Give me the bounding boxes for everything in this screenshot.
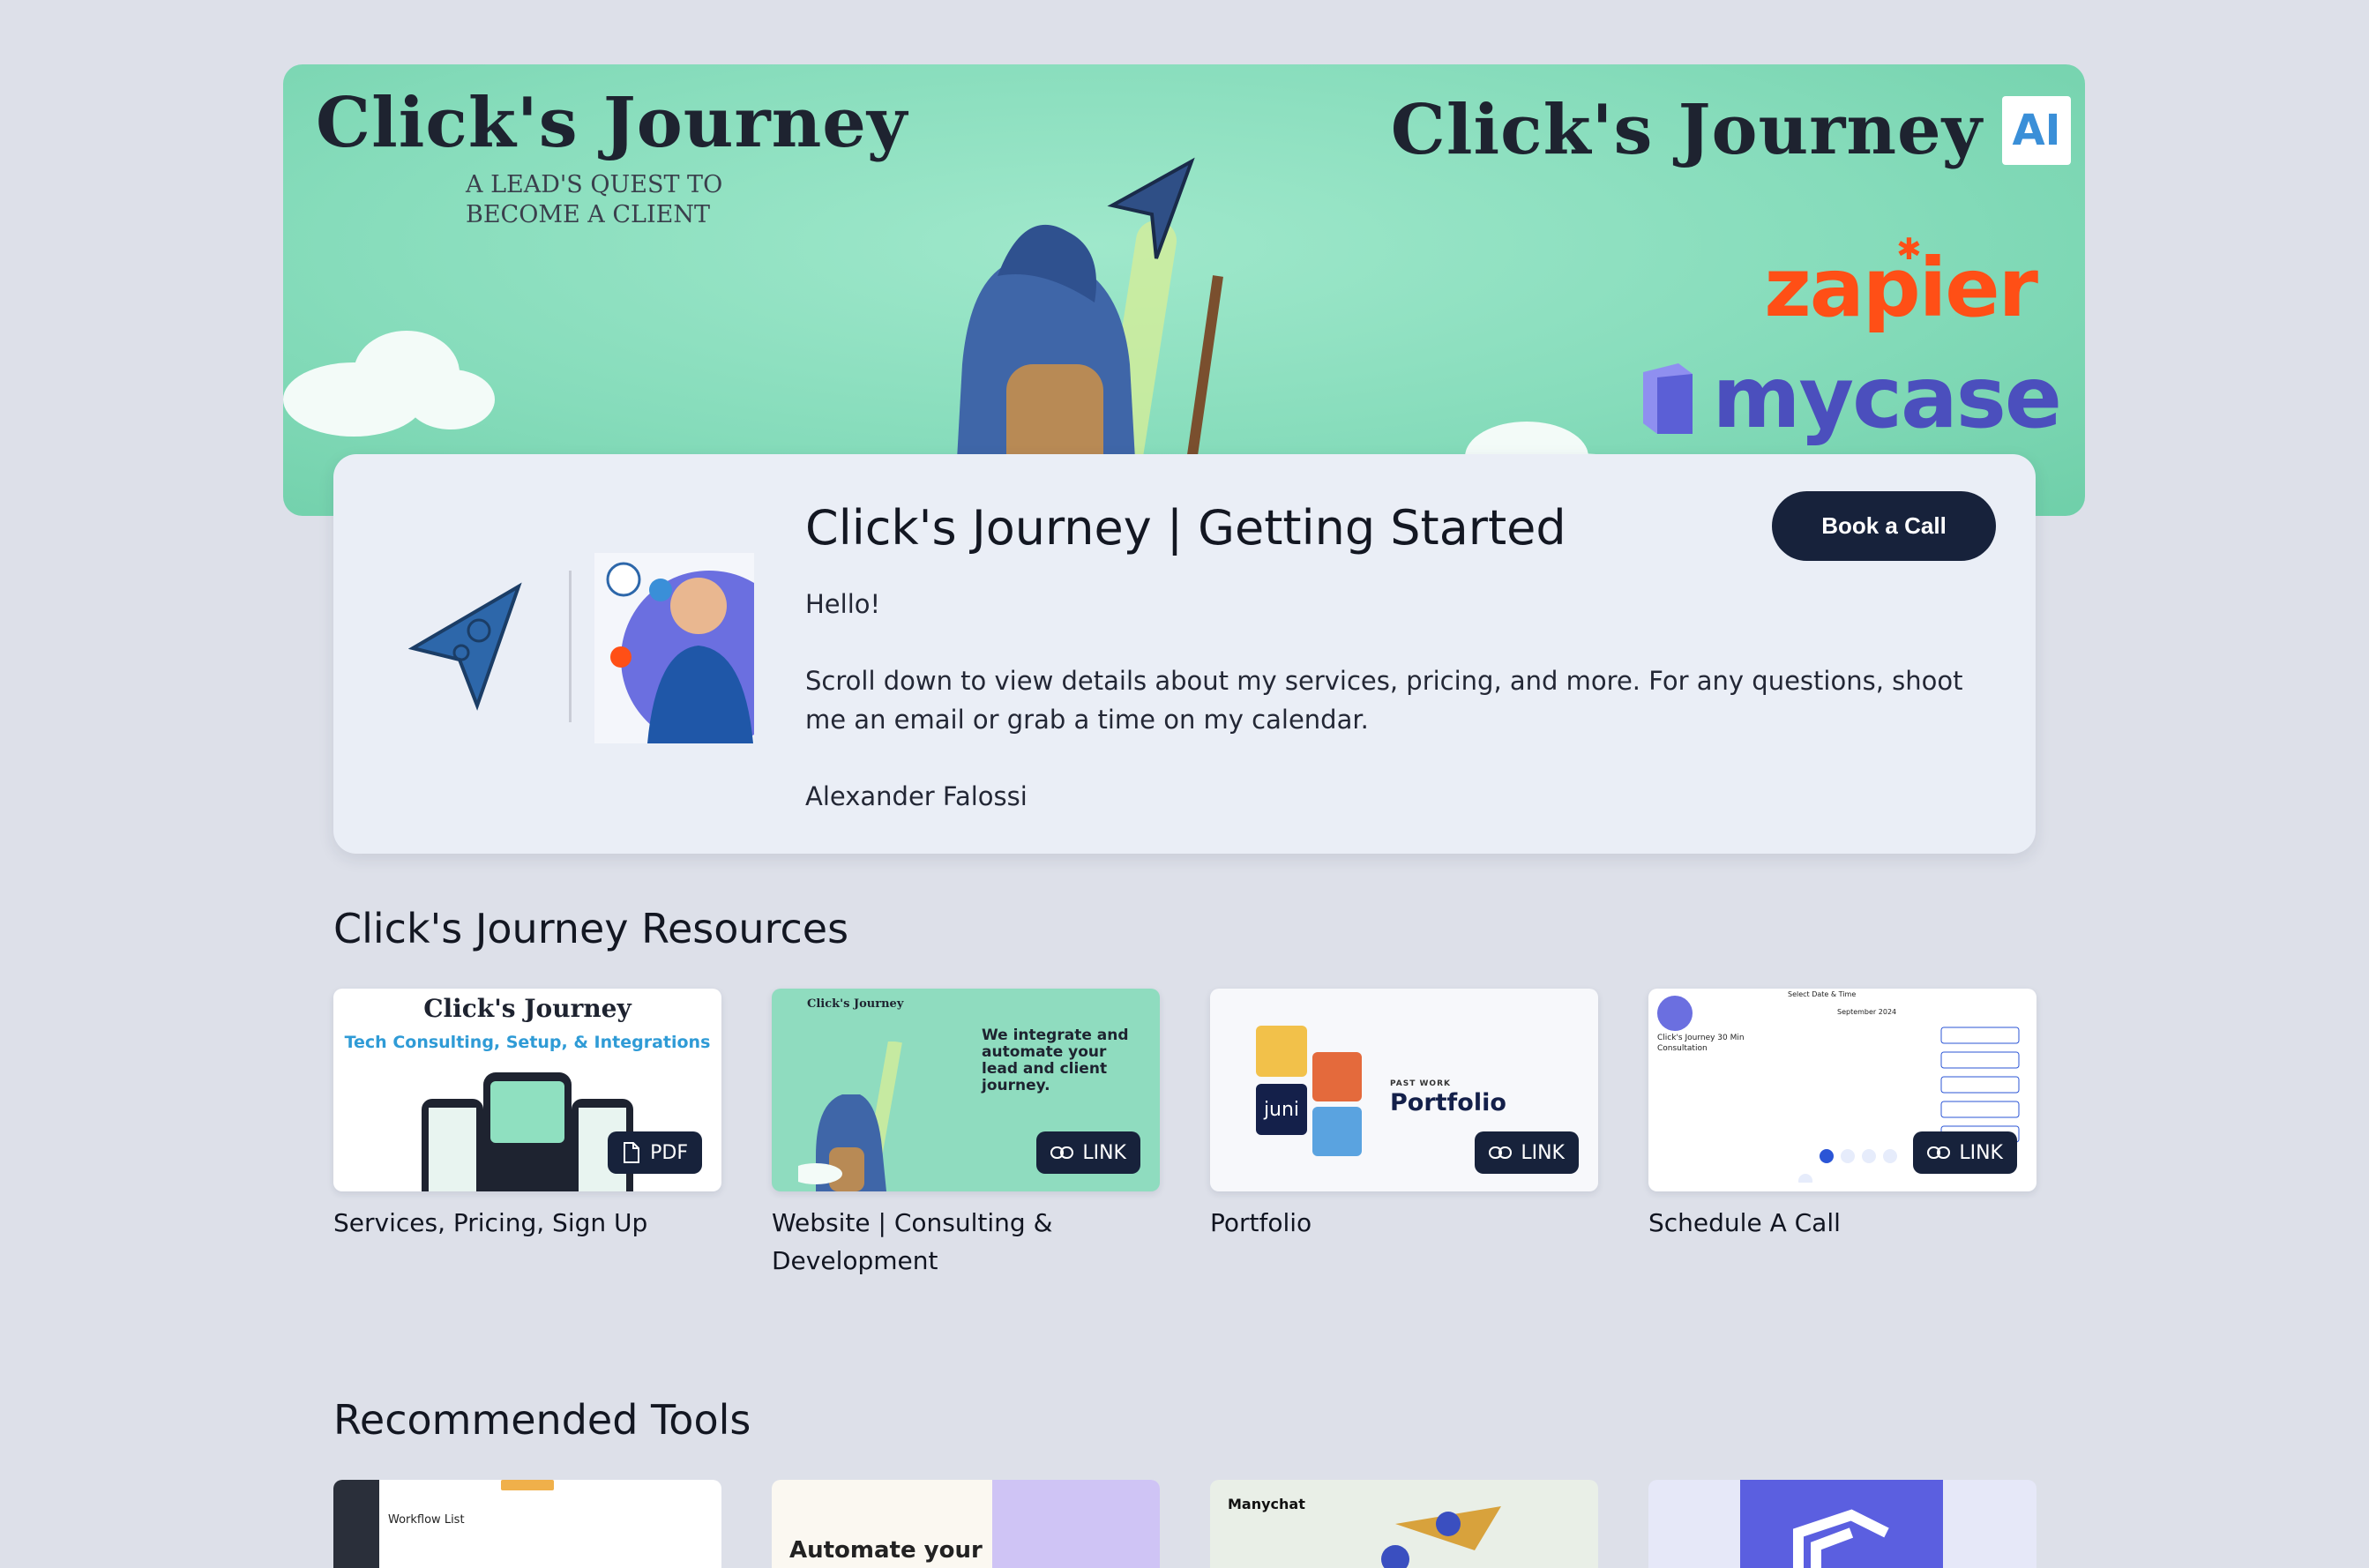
badge-label: PDF [650, 1141, 688, 1164]
thumb-heading: Tech Consulting, Setup, & Integrations [344, 1033, 711, 1052]
page-title: Click's Journey | Getting Started [805, 500, 1566, 556]
resource-title[interactable]: Portfolio [1210, 1204, 1598, 1242]
zapier-logo: ✱ zapier [1764, 232, 2038, 335]
portfolio-tile [1312, 1052, 1362, 1101]
manychat-illustration [1381, 1506, 1501, 1568]
badge-label: LINK [1521, 1141, 1565, 1164]
tool-card-workflow[interactable]: Workflow List [333, 1480, 721, 1568]
brand-tagline: A LEAD'S QUEST TO BECOME A CLIENT [466, 171, 723, 228]
thumb-heading: Workflow List [388, 1513, 465, 1527]
badge-label: LINK [1082, 1141, 1126, 1164]
tool-card-logo[interactable] [1648, 1480, 2036, 1568]
resource-card-portfolio[interactable]: juni PAST WORK Portfolio LINK Portfolio [1210, 989, 1598, 1242]
portfolio-tile [1256, 1026, 1307, 1077]
thumb-heading: We integrate and automate your lead and … [982, 1027, 1129, 1094]
profile-photo [606, 562, 754, 743]
link-icon [1050, 1146, 1074, 1159]
link-badge: LINK [1913, 1131, 2017, 1174]
book-a-call-button[interactable]: Book a Call [1772, 491, 1996, 561]
link-icon [1927, 1146, 1951, 1159]
greeting-text: Hello! [805, 589, 881, 619]
thumb-kicker: PAST WORK [1390, 1079, 1451, 1088]
thumb-heading: Automate your [789, 1537, 983, 1564]
hiker-thumb-illustration [798, 1042, 902, 1191]
cloud-illustration [283, 331, 495, 437]
app-sidebar [333, 1480, 379, 1568]
mycase-logo: mycase [1640, 348, 2062, 447]
document-icon [624, 1142, 640, 1163]
resource-thumbnail[interactable]: Click's Journey We integrate and automat… [772, 989, 1160, 1191]
thumb-brand: Click's Journey [423, 994, 631, 1023]
mycase-book-icon [1643, 363, 1693, 434]
ai-badge: AI [2002, 96, 2071, 165]
tag [501, 1480, 554, 1490]
resource-thumbnail[interactable]: Click's Journey 30 Min Consultation Sele… [1648, 989, 2036, 1191]
tool-card-automate[interactable]: Automate your [772, 1480, 1160, 1568]
thumb-heading: Manychat [1228, 1496, 1305, 1512]
resource-card-schedule[interactable]: Click's Journey 30 Min Consultation Sele… [1648, 989, 2036, 1242]
resource-card-services[interactable]: Click's Journey Tech Consulting, Setup, … [333, 989, 721, 1242]
thumb-month: September 2024 [1837, 1008, 1897, 1016]
vertical-divider [569, 571, 572, 722]
thumb-brand: Click's Journey [807, 997, 904, 1011]
profile-card: Click's Journey | Getting Started Hello!… [333, 454, 2036, 854]
phones-mockup [422, 1072, 633, 1191]
tools-heading: Recommended Tools [333, 1396, 751, 1444]
resource-thumbnail[interactable]: juni PAST WORK Portfolio LINK [1210, 989, 1598, 1191]
resource-title[interactable]: Services, Pricing, Sign Up [333, 1204, 721, 1242]
resource-title[interactable]: Website | Consulting & Development [772, 1204, 1160, 1280]
resource-card-website[interactable]: Click's Journey We integrate and automat… [772, 989, 1160, 1280]
cursor-logo-icon [408, 582, 522, 711]
thumb-heading: Select Date & Time [1788, 990, 1857, 998]
thumb-heading: Portfolio [1390, 1089, 1506, 1116]
brand-title: Click's Journey [316, 83, 908, 163]
portfolio-tile-juni: juni [1256, 1084, 1307, 1135]
brand-right: Click's Journey AI [1391, 96, 2071, 165]
intro-text: Hello! Scroll down to view details about… [805, 585, 1978, 816]
hero-banner: Click's Journey A LEAD'S QUEST TO BECOME… [283, 64, 2085, 516]
thumb-event: Click's Journey 30 Min Consultation [1657, 1034, 1745, 1053]
signature-text: Alexander Falossi [805, 781, 1028, 811]
resource-title[interactable]: Schedule A Call [1648, 1204, 2036, 1242]
avatar [594, 553, 754, 743]
avatar [1657, 996, 1693, 1031]
message-text: Scroll down to view details about my ser… [805, 666, 1963, 735]
tool-card-manychat[interactable]: Manychat [1210, 1480, 1598, 1568]
resources-heading: Click's Journey Resources [333, 905, 849, 952]
link-badge: LINK [1036, 1131, 1140, 1174]
pdf-badge: PDF [608, 1131, 702, 1174]
asterisk-icon: ✱ [1896, 232, 1921, 267]
link-badge: LINK [1475, 1131, 1579, 1174]
link-icon [1489, 1146, 1513, 1159]
resource-thumbnail[interactable]: Click's Journey Tech Consulting, Setup, … [333, 989, 721, 1191]
thumb-panel [992, 1480, 1160, 1568]
mycase-wordmark: mycase [1712, 348, 2062, 447]
badge-label: LINK [1959, 1141, 2003, 1164]
stack-icon [1793, 1509, 1889, 1568]
calendar-grid [1798, 1149, 1897, 1183]
brand-title-right: Click's Journey [1390, 90, 1983, 170]
portfolio-tile [1312, 1107, 1362, 1156]
